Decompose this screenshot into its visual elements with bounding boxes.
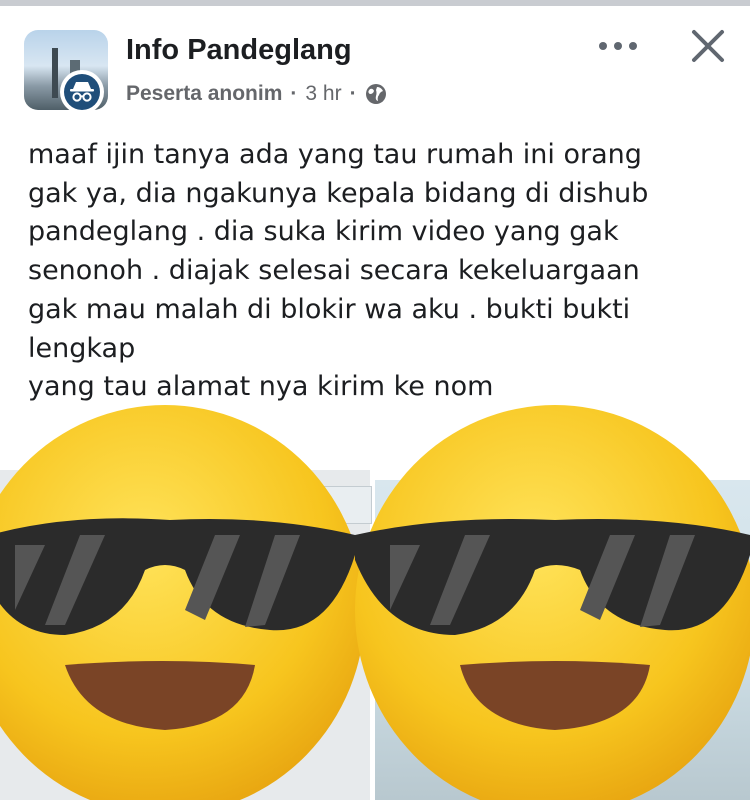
more-options-icon[interactable] [592,28,644,64]
group-name[interactable]: Info Pandeglang [126,34,352,67]
sunglasses-face-emoji [355,405,750,800]
post-body-text: maaf ijin tanya ada yang tau rumah ini o… [28,136,728,407]
anonymous-incognito-icon [70,82,94,102]
globe-icon [365,84,386,104]
post-time[interactable]: 3 hr [305,82,341,106]
author-name[interactable]: Peserta anonim [126,82,282,106]
post-text-line: lengkap [28,332,136,364]
post-meta: Peserta anonim · 3 hr · [126,80,387,108]
post-header: Info Pandeglang Peserta anonim · 3 hr · [0,0,750,125]
meta-separator: · [290,82,298,105]
meta-separator: · [349,82,357,105]
post-text-line: senonoh . diajak selesai secara kekeluar… [28,255,640,287]
post-text-line: gak mau malah di blokir wa aku . bukti b… [28,293,631,325]
post-text-line: maaf ijin tanya ada yang tau rumah ini o… [28,139,642,170]
post-text-line: pandeglang . dia suka kirim video yang g… [28,216,619,248]
anonymous-badge [60,70,104,114]
post-text-line: gak ya, dia ngakunya kepala bidang di di… [28,177,649,209]
close-icon[interactable] [684,22,732,70]
group-avatar[interactable] [24,30,108,114]
sunglasses-face-emoji [0,405,360,800]
